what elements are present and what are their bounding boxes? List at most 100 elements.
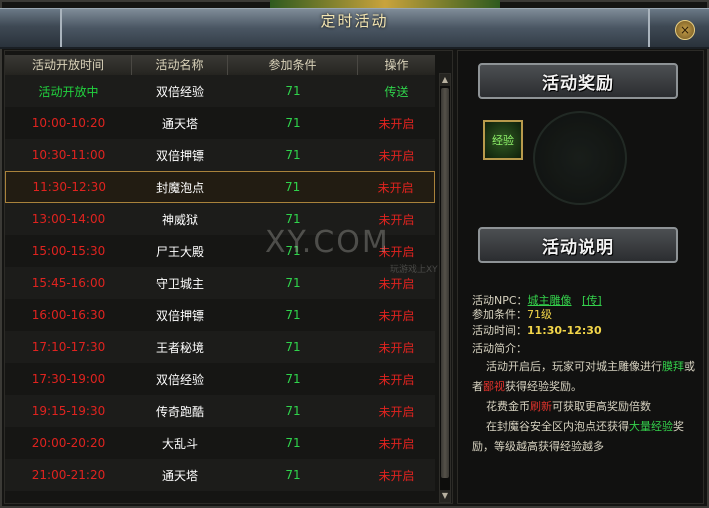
cond-value: 71级 (527, 308, 552, 321)
scroll-down-arrow-icon[interactable]: ▼ (440, 490, 450, 502)
table-row[interactable]: 17:10-17:30 王者秘境 71 未开启 (5, 331, 435, 363)
row-time: 15:00-15:30 (31, 244, 106, 258)
time-line: 活动时间：11:30-12:30 (472, 321, 697, 341)
row-status: 未开启 (378, 148, 415, 163)
intro-label: 活动简介： (472, 342, 527, 355)
p3-text-a: 在封魔谷安全区内泡点还获得 (486, 420, 629, 433)
activity-description: 活动NPC：城主雕像 [传] 参加条件：71级 活动时间：11:30-12:30… (472, 291, 697, 457)
row-condition: 71 (285, 212, 301, 226)
row-condition: 71 (285, 180, 301, 194)
row-condition: 71 (285, 276, 301, 290)
row-condition: 71 (285, 436, 301, 450)
reward-banner: 活动奖励 (478, 63, 678, 99)
cond-label: 参加条件： (472, 308, 527, 321)
row-activity-name: 双倍押镖 (155, 308, 204, 323)
window-title: 定时活动 (320, 12, 389, 30)
row-status: 未开启 (378, 308, 415, 323)
row-condition: 71 (285, 84, 301, 98)
scroll-thumb[interactable] (441, 88, 449, 478)
table-row[interactable]: 16:00-16:30 双倍押镖 71 未开启 (5, 299, 435, 331)
row-condition: 71 (285, 340, 301, 354)
row-condition: 71 (285, 372, 301, 386)
list-scrollbar[interactable]: ▲ ▼ (439, 73, 451, 503)
p3-highlight: 大量经验 (629, 420, 673, 433)
row-activity-name: 通天塔 (161, 116, 198, 131)
row-activity-name: 通天塔 (161, 468, 198, 483)
row-activity-name: 尸王大殿 (155, 244, 204, 259)
activity-table-body: 活动开放中 双倍经验 71 传送 10:00-10:20 通天塔 71 未开启 10:30-11… (5, 75, 435, 491)
row-activity-name: 双倍经验 (155, 372, 204, 387)
row-condition: 71 (285, 468, 301, 482)
detail-panel: 活动奖励 经验 活动说明 活动NPC：城主雕像 [传] 参加条件：71级 活动时… (457, 50, 704, 504)
header-action: 操作 (384, 58, 409, 72)
row-time: 17:10-17:30 (31, 340, 106, 354)
table-row[interactable]: 10:00-10:20 通天塔 71 未开启 (5, 107, 435, 139)
intro-paragraph-3: 在封魔谷安全区内泡点还获得大量经验奖励，等级越高获得经验越多 (472, 417, 697, 457)
table-header: 活动开放时间 活动名称 参加条件 操作 (5, 55, 435, 75)
table-row[interactable]: 19:15-19:30 传奇跑酷 71 未开启 (5, 395, 435, 427)
time-label: 活动时间： (472, 324, 527, 337)
header-name: 活动名称 (132, 55, 228, 75)
row-activity-name: 神威狱 (161, 212, 198, 227)
row-status: 未开启 (378, 276, 415, 291)
reward-banner-label: 活动奖励 (542, 73, 614, 94)
row-status: 未开启 (378, 372, 415, 387)
activity-list-panel: 活动开放时间 活动名称 参加条件 操作 活动开放中 双倍经验 71 传送 10:00-1… (4, 50, 453, 504)
emblem-decoration (533, 111, 627, 205)
table-row[interactable]: 11:30-12:30 封魔泡点 71 未开启 (5, 171, 435, 203)
table-row[interactable]: 17:30-19:00 双倍经验 71 未开启 (5, 363, 435, 395)
p2-text-a: 花费金币 (486, 400, 530, 413)
table-row[interactable]: 20:00-20:20 大乱斗 71 未开启 (5, 427, 435, 459)
row-condition: 71 (285, 308, 301, 322)
info-banner-label: 活动说明 (542, 237, 614, 258)
scroll-up-arrow-icon[interactable]: ▲ (440, 74, 450, 86)
row-time: 21:00-21:20 (31, 468, 106, 482)
p1-text-e: 获得经验奖励。 (505, 380, 582, 393)
row-status: 未开启 (377, 180, 414, 195)
intro-paragraph-1: 活动开启后，玩家可对城主雕像进行膜拜或者鄙视获得经验奖励。 (472, 357, 697, 397)
npc-teleport-link[interactable]: [传] (582, 294, 602, 307)
row-time: 10:00-10:20 (31, 116, 106, 130)
p2-text-c: 可获取更高奖励倍数 (552, 400, 651, 413)
row-time: 13:00-14:00 (31, 212, 106, 226)
row-time: 19:15-19:30 (31, 404, 106, 418)
row-time: 17:30-19:00 (31, 372, 106, 386)
p2-refresh: 刷新 (530, 400, 552, 413)
reward-item-label: 经验 (492, 134, 514, 147)
row-condition: 71 (285, 148, 301, 162)
row-condition: 71 (285, 116, 301, 130)
row-time: 活动开放中 (38, 84, 99, 99)
row-condition: 71 (285, 404, 301, 418)
p1-despise: 鄙视 (483, 380, 505, 393)
row-activity-name: 双倍经验 (155, 84, 204, 99)
table-row[interactable]: 10:30-11:00 双倍押镖 71 未开启 (5, 139, 435, 171)
row-activity-name: 封魔泡点 (156, 180, 205, 195)
row-time: 15:45-16:00 (31, 276, 106, 290)
teleport-button[interactable]: 传送 (358, 83, 435, 100)
p1-worship: 膜拜 (662, 360, 684, 373)
info-banner: 活动说明 (478, 227, 678, 263)
row-status: 未开启 (378, 404, 415, 419)
row-activity-name: 传奇跑酷 (155, 404, 204, 419)
intro-paragraph-2: 花费金币刷新可获取更高奖励倍数 (472, 397, 697, 417)
watermark-subtext: 玩游戏上XY (390, 265, 438, 275)
table-row[interactable]: 15:45-16:00 守卫城主 71 未开启 (5, 267, 435, 299)
row-activity-name: 王者秘境 (155, 340, 204, 355)
row-status: 未开启 (378, 468, 415, 483)
row-activity-name: 大乱斗 (161, 436, 198, 451)
row-time: 20:00-20:20 (31, 436, 106, 450)
row-status: 未开启 (378, 436, 415, 451)
row-activity-name: 守卫城主 (155, 276, 204, 291)
table-row[interactable]: 21:00-21:20 通天塔 71 未开启 (5, 459, 435, 491)
row-status: 未开启 (378, 340, 415, 355)
row-time: 10:30-11:00 (31, 148, 106, 162)
reward-item-exp[interactable]: 经验 (483, 120, 523, 160)
watermark-text: XY.COM (265, 225, 390, 260)
table-row[interactable]: 活动开放中 双倍经验 71 传送 (5, 75, 435, 107)
close-button[interactable]: × (675, 20, 695, 40)
npc-name-link[interactable]: 城主雕像 (528, 294, 572, 307)
time-value: 11:30-12:30 (527, 324, 602, 337)
row-status: 未开启 (378, 116, 415, 131)
npc-label: 活动NPC： (472, 294, 528, 307)
row-time: 11:30-12:30 (32, 180, 106, 194)
